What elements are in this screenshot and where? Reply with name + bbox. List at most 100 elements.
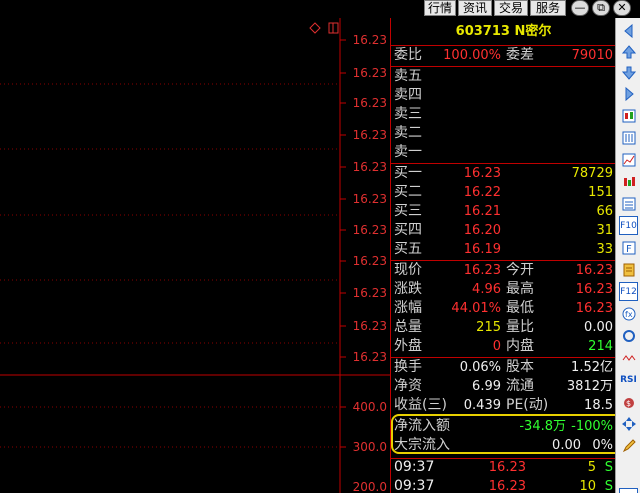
price-axis-label: 16.23: [352, 96, 387, 110]
chart-grid: [0, 18, 390, 493]
sell-row[interactable]: 卖四: [391, 86, 616, 105]
buy-volume: 151: [588, 185, 613, 200]
close-button[interactable]: ✕: [613, 0, 631, 16]
diamond-icon: [309, 22, 321, 34]
stat-row: 净资 6.99 流通 3812万: [391, 377, 616, 396]
top-bar: 行情 资讯 交易 服务 — ⧉ ✕: [0, 0, 640, 18]
stat-label: PE(动): [506, 397, 549, 413]
quote-panel: 603713 N密尔 委比 100.00% 委差 79010 卖五 卖四 卖三 …: [390, 18, 629, 493]
stat-value: 0.439: [463, 398, 501, 413]
menu-zixun[interactable]: 资讯: [458, 0, 492, 16]
stat-label: 内盘: [506, 338, 534, 354]
rsi-icon[interactable]: RSI: [619, 370, 638, 389]
stat-label: 最低: [506, 300, 534, 316]
volume-axis-label: 300.0: [352, 440, 387, 454]
circle-icon[interactable]: [619, 326, 638, 345]
wave-icon[interactable]: [619, 348, 638, 367]
price-axis-label: 16.23: [352, 254, 387, 268]
price-axis-label: 16.23: [352, 350, 387, 364]
tick-row: 09:37 16.23 5 S: [391, 458, 616, 477]
sell-row[interactable]: 卖二: [391, 124, 616, 143]
stat-row: 换手 0.06% 股本 1.52亿: [391, 358, 616, 377]
svg-text:F: F: [626, 244, 632, 255]
weicha-value: 79010: [571, 48, 613, 63]
tick-volume: 5: [587, 460, 596, 475]
volume-axis-label: 400.0: [352, 400, 387, 414]
weibi-value: 100.00%: [443, 48, 501, 63]
menu-hangqing[interactable]: 行情: [424, 0, 456, 16]
stat-row: 涨跌 4.96 最高 16.23: [391, 280, 616, 299]
sell-row[interactable]: 卖三: [391, 105, 616, 124]
stat-value: 214: [588, 339, 613, 354]
stat-value: 16.23: [463, 263, 501, 278]
f5-icon[interactable]: F5: [619, 488, 638, 493]
f-icon[interactable]: F: [619, 238, 638, 257]
stat-label: 净资: [394, 378, 422, 394]
k-line-icon[interactable]: [619, 106, 638, 125]
stat-row: 外盘 0 内盘 214: [391, 337, 616, 356]
net-inflow-pct: -100%: [571, 419, 613, 434]
sell-row[interactable]: 卖一: [391, 143, 616, 162]
pen-icon[interactable]: [619, 436, 638, 455]
stat-value: 0.00: [584, 320, 613, 335]
tick-time: 09:37: [394, 459, 435, 475]
sell-label: 卖三: [394, 106, 422, 122]
buy-label: 买五: [394, 241, 422, 257]
net-inflow-label: 净流入额: [394, 418, 450, 434]
price-axis-label: 16.23: [352, 128, 387, 142]
arrow-down-icon[interactable]: [619, 63, 638, 82]
formula-icon[interactable]: fx: [619, 304, 638, 323]
stat-value: 16.23: [575, 263, 613, 278]
stat-label: 股本: [506, 359, 534, 375]
stat-row: 涨幅 44.01% 最低 16.23: [391, 299, 616, 318]
stock-title[interactable]: 603713 N密尔: [391, 18, 616, 46]
arrow-up-icon[interactable]: [619, 42, 638, 61]
buy-label: 买二: [394, 184, 422, 200]
buy-row[interactable]: 买一 16.23 78729: [391, 164, 616, 183]
tick-time: 09:37: [394, 478, 435, 493]
f10-icon[interactable]: F10: [619, 216, 638, 235]
stat-value: 18.5: [584, 398, 613, 413]
stat-label: 涨幅: [394, 300, 422, 316]
tick-price: 16.23: [488, 460, 526, 475]
minimize-button[interactable]: —: [571, 0, 589, 16]
bar-chart-icon[interactable]: [619, 128, 638, 147]
weibi-label: 委比: [394, 47, 422, 63]
menu-fuwu[interactable]: 服务: [530, 0, 566, 16]
buy-price: 16.19: [463, 242, 501, 257]
move-icon[interactable]: [619, 414, 638, 433]
stat-value: 4.96: [472, 282, 501, 297]
buy-row[interactable]: 买三 16.21 66: [391, 202, 616, 221]
sell-row[interactable]: 卖五: [391, 67, 616, 86]
buy-row[interactable]: 买四 16.20 31: [391, 221, 616, 240]
price-chart[interactable]: 16.23 16.23 16.23 16.23 16.23 16.23 16.2…: [0, 18, 390, 493]
stock-code-name: 603713 N密尔: [455, 24, 552, 39]
candle-icon[interactable]: [619, 172, 638, 191]
menu-jiaoyi[interactable]: 交易: [494, 0, 528, 16]
stat-value: 1.52亿: [571, 360, 613, 375]
stat-label: 外盘: [394, 338, 422, 354]
arrow-right-icon[interactable]: [619, 84, 638, 103]
buy-price: 16.22: [463, 185, 501, 200]
buy-row[interactable]: 买五 16.19 33: [391, 240, 616, 259]
line-chart-icon[interactable]: [619, 150, 638, 169]
list-icon[interactable]: [619, 194, 638, 213]
money-icon[interactable]: $: [619, 392, 638, 411]
f12-icon[interactable]: F12: [619, 282, 638, 301]
arrow-left-icon[interactable]: [619, 21, 638, 40]
stat-value: 16.23: [575, 301, 613, 316]
price-axis-label: 16.23: [352, 33, 387, 47]
stat-value: 44.01%: [451, 301, 501, 316]
sell-label: 卖一: [394, 144, 422, 160]
news-icon[interactable]: [619, 260, 638, 279]
buy-volume: 66: [596, 204, 613, 219]
stat-label: 最高: [506, 281, 534, 297]
restore-button[interactable]: ⧉: [592, 0, 610, 16]
stat-value: 0: [492, 339, 501, 354]
buy-row[interactable]: 买二 16.22 151: [391, 183, 616, 202]
stat-value: 0.06%: [459, 360, 501, 375]
f12-text: F12: [620, 286, 637, 297]
stat-value: 3812万: [566, 379, 613, 394]
stat-label: 量比: [506, 319, 534, 335]
buy-price: 16.21: [463, 204, 501, 219]
